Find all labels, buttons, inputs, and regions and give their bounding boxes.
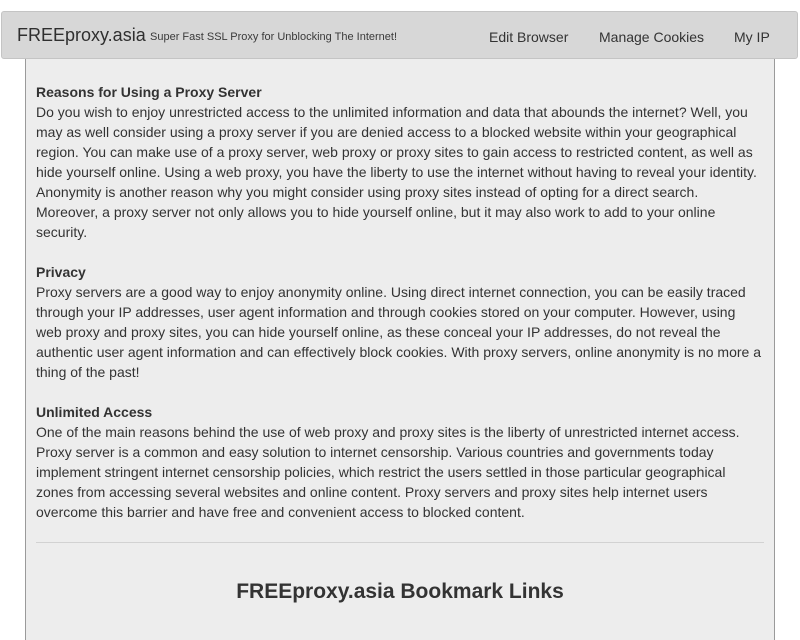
section-divider bbox=[36, 542, 764, 543]
section-heading-privacy: Privacy bbox=[36, 264, 86, 280]
my-ip-link[interactable]: My IP bbox=[734, 29, 770, 45]
article-content: Reasons for Using a Proxy Server Do you … bbox=[36, 82, 764, 542]
section-body-unlimited-access: One of the main reasons behind the use o… bbox=[36, 424, 740, 520]
section-body-privacy: Proxy servers are a good way to enjoy an… bbox=[36, 284, 761, 380]
section-body-reasons: Do you wish to enjoy unrestricted access… bbox=[36, 104, 757, 240]
top-navbar: FREEproxy.asia Super Fast SSL Proxy for … bbox=[1, 11, 798, 59]
edit-browser-link[interactable]: Edit Browser bbox=[489, 29, 568, 45]
section-heading-unlimited-access: Unlimited Access bbox=[36, 404, 153, 420]
brand-tagline: Super Fast SSL Proxy for Unblocking The … bbox=[150, 31, 398, 43]
manage-cookies-link[interactable]: Manage Cookies bbox=[599, 29, 704, 45]
brand-link[interactable]: FREEproxy.asia bbox=[17, 25, 146, 46]
bookmark-links-title: FREEproxy.asia Bookmark Links bbox=[236, 580, 564, 603]
section-heading-reasons: Reasons for Using a Proxy Server bbox=[36, 84, 262, 100]
